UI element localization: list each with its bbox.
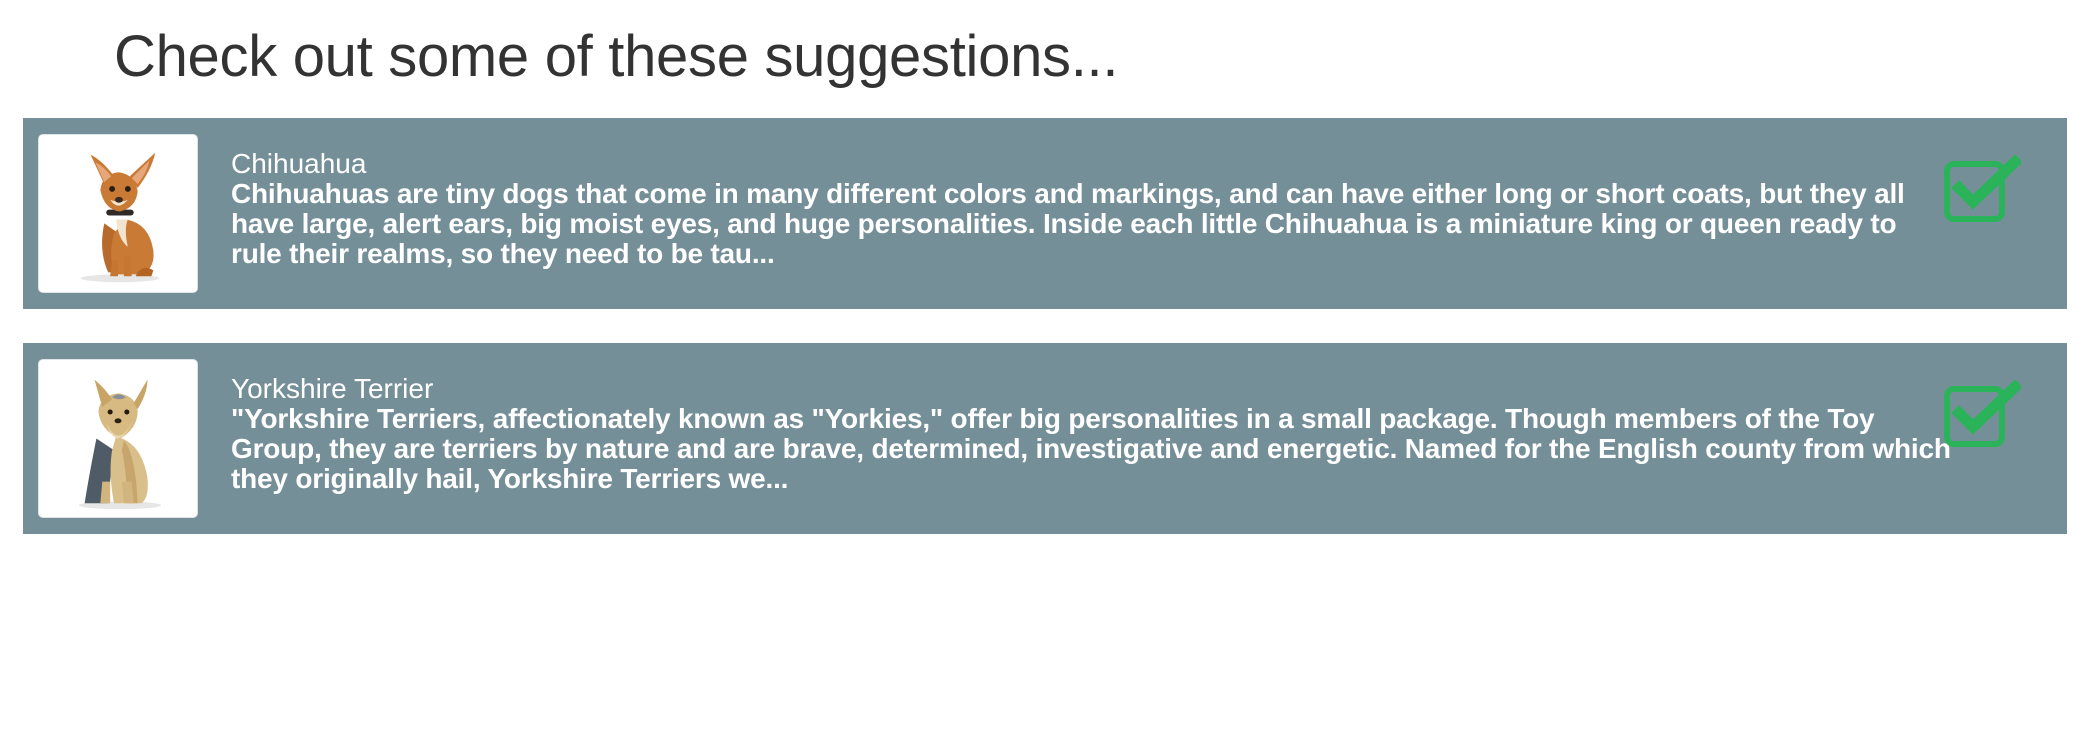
breed-name: Chihuahua	[231, 148, 367, 179]
chihuahua-photo	[38, 134, 198, 293]
checkbox-checked-icon[interactable]	[1943, 155, 2021, 223]
breed-description: Chihuahuas are tiny dogs that come in ma…	[231, 178, 1905, 269]
suggestion-text: Chihuahua Chihuahuas are tiny dogs that …	[231, 149, 1951, 269]
suggestion-card-chihuahua[interactable]: Chihuahua Chihuahuas are tiny dogs that …	[23, 118, 2067, 309]
suggestion-text: Yorkshire Terrier "Yorkshire Terriers, a…	[231, 374, 1951, 494]
breed-name: Yorkshire Terrier	[231, 373, 434, 404]
yorkshire-terrier-photo	[38, 359, 198, 518]
checkbox-checked-icon[interactable]	[1943, 380, 2021, 448]
suggestion-card-yorkshire-terrier[interactable]: Yorkshire Terrier "Yorkshire Terriers, a…	[23, 343, 2067, 534]
page-title: Check out some of these suggestions...	[114, 24, 1119, 89]
breed-description: "Yorkshire Terriers, affectionately know…	[231, 403, 1951, 494]
